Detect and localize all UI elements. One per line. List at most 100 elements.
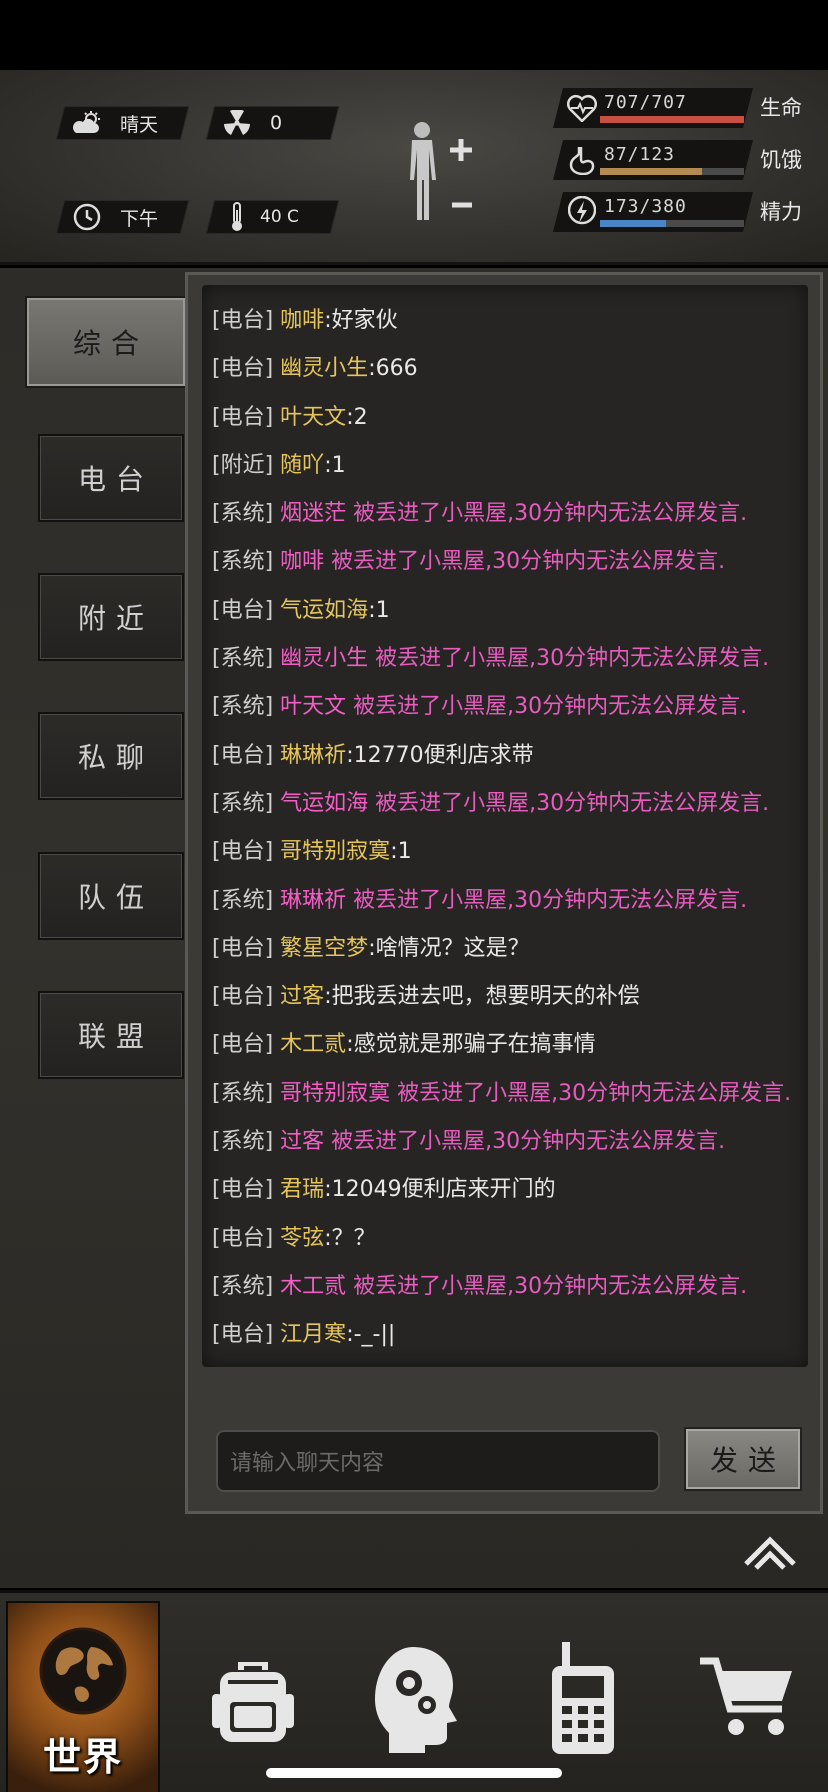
energy-stat: 173/380 精力: [553, 192, 816, 232]
chat-message: [电台] 咖啡:好家伙: [202, 303, 808, 351]
home-indicator[interactable]: [266, 1768, 562, 1778]
message-text: 被丢进了小黑屋,30分钟内无法公屏发言.: [346, 887, 748, 913]
nav-shop[interactable]: [665, 1601, 828, 1792]
message-channel: [电台]: [212, 839, 274, 865]
message-text: 被丢进了小黑屋,30分钟内无法公屏发言.: [390, 1080, 792, 1106]
nav-backpack[interactable]: [170, 1601, 335, 1792]
message-sender[interactable]: 叶天文: [280, 405, 346, 430]
message-channel: [系统]: [212, 694, 274, 720]
send-button[interactable]: 发送: [684, 1427, 802, 1491]
message-text: 被丢进了小黑屋,30分钟内无法公屏发言.: [346, 1273, 748, 1299]
tab-alliance[interactable]: 联盟: [38, 991, 184, 1079]
message-sender[interactable]: 咖啡: [280, 308, 324, 333]
chat-message-list[interactable]: [电台] 咖啡:好家伙 [电台] 幽灵小生:666 [电台] 叶天文:2 [附近] 随…: [202, 285, 808, 1367]
message-channel: [附近]: [212, 452, 274, 478]
message-channel: [电台]: [212, 1177, 274, 1203]
message-text: 被丢进了小黑屋,30分钟内无法公屏发言.: [324, 1129, 726, 1155]
system-message: [系统] 琳琳祈 被丢进了小黑屋,30分钟内无法公屏发言.: [202, 883, 808, 931]
message-sender[interactable]: 气运如海: [280, 791, 368, 816]
message-sender[interactable]: 琳琳祈: [280, 888, 346, 913]
channel-tabs: 综合 电台 附近 私聊 队伍 联盟: [0, 268, 187, 1588]
chat-message: [电台] 木工贰:感觉就是那骗子在搞事情: [202, 1027, 808, 1075]
chat-input[interactable]: 请输入聊天内容: [216, 1430, 660, 1492]
message-sender[interactable]: 幽灵小生: [280, 646, 368, 671]
message-channel: [系统]: [212, 549, 274, 575]
message-sender[interactable]: 木工贰: [280, 1032, 346, 1057]
character-body-button[interactable]: [398, 120, 488, 240]
nav-radio[interactable]: [500, 1601, 665, 1792]
message-sender[interactable]: 哥特别寂寞: [280, 1081, 390, 1106]
thermometer-icon: [220, 200, 254, 234]
tab-private[interactable]: 私聊: [38, 712, 184, 800]
message-text: :1: [390, 839, 412, 865]
message-channel: [系统]: [212, 790, 274, 816]
energy-value: 173/380: [604, 196, 687, 217]
message-channel: [系统]: [212, 501, 274, 527]
message-channel: [电台]: [212, 935, 274, 961]
tab-team[interactable]: 队伍: [38, 852, 184, 940]
partly-cloudy-icon: [70, 106, 104, 140]
message-sender[interactable]: 繁星空梦: [280, 936, 368, 961]
message-text: 被丢进了小黑屋,30分钟内无法公屏发言.: [324, 549, 726, 575]
system-message: [系统] 过客 被丢进了小黑屋,30分钟内无法公屏发言.: [202, 1124, 808, 1172]
message-sender[interactable]: 江月寒: [280, 1322, 346, 1347]
message-channel: [电台]: [212, 404, 274, 430]
clock-icon: [70, 200, 104, 234]
message-text: :啥情况？这是？: [368, 935, 530, 961]
message-channel: [系统]: [212, 1080, 274, 1106]
energy-bar: [600, 220, 666, 227]
tab-all[interactable]: 综合: [25, 296, 187, 388]
hunger-value: 87/123: [604, 144, 676, 165]
system-message: [系统] 叶天文 被丢进了小黑屋,30分钟内无法公屏发言.: [202, 689, 808, 737]
status-bar-area: [0, 0, 828, 70]
message-sender[interactable]: 哥特别寂寞: [280, 839, 390, 864]
message-sender[interactable]: 烟迷茫: [280, 501, 346, 526]
message-text: :把我丢进去吧，想要明天的补偿: [324, 984, 640, 1010]
chat-message: [电台] 苓弦:？？: [202, 1221, 808, 1269]
message-sender[interactable]: 幽灵小生: [280, 356, 368, 381]
human-figure-icon: [410, 122, 472, 220]
message-sender[interactable]: 木工贰: [280, 1274, 346, 1299]
message-sender[interactable]: 叶天文: [280, 694, 346, 719]
nav-skills[interactable]: [335, 1601, 500, 1792]
collapse-chevron-icon[interactable]: [742, 1530, 798, 1574]
message-channel: [系统]: [212, 1129, 274, 1155]
chat-message: [电台] 江月寒:-_-||: [202, 1317, 808, 1365]
message-sender[interactable]: 琳琳祈: [280, 743, 346, 768]
nav-world[interactable]: 世界: [6, 1601, 160, 1792]
tab-radio[interactable]: 电台: [38, 434, 184, 522]
message-sender[interactable]: 过客: [280, 984, 324, 1009]
shopping-cart-icon: [699, 1657, 792, 1735]
message-text: :？？: [324, 1225, 376, 1251]
message-text: :好家伙: [324, 308, 398, 333]
message-channel: [电台]: [212, 308, 274, 333]
health-bar: [600, 116, 744, 123]
system-message: [系统] 幽灵小生 被丢进了小黑屋,30分钟内无法公屏发言.: [202, 641, 808, 689]
radiation-value: 0: [270, 112, 283, 134]
health-value: 707/707: [604, 92, 687, 113]
message-sender[interactable]: 随吖: [280, 453, 324, 478]
weather-plaque: 晴天: [55, 106, 190, 140]
message-text: 被丢进了小黑屋,30分钟内无法公屏发言.: [368, 646, 770, 672]
message-sender[interactable]: 咖啡: [280, 549, 324, 574]
message-text: :感觉就是那骗子在搞事情: [346, 1032, 596, 1058]
message-channel: [系统]: [212, 887, 274, 913]
energy-label: 精力: [760, 200, 802, 224]
message-text: :12049便利店来开门的: [324, 1177, 556, 1203]
message-channel: [电台]: [212, 1032, 274, 1058]
message-sender[interactable]: 苓弦: [280, 1226, 324, 1251]
message-sender[interactable]: 君瑞: [280, 1177, 324, 1202]
message-text: :2: [346, 404, 368, 430]
message-sender[interactable]: 过客: [280, 1129, 324, 1154]
message-sender[interactable]: 气运如海: [280, 598, 368, 623]
system-message: [系统] 哥特别寂寞 被丢进了小黑屋,30分钟内无法公屏发言.: [202, 1076, 808, 1124]
message-text: :12770便利店求带: [346, 742, 534, 768]
message-channel: [电台]: [212, 742, 274, 768]
bottom-nav: 世界: [0, 1590, 828, 1792]
message-text: :1: [324, 452, 346, 478]
hunger-stat: 87/123 饥饿: [553, 140, 816, 180]
nav-world-label: 世界: [42, 1735, 123, 1779]
system-message: [系统] 木工贰 被丢进了小黑屋,30分钟内无法公屏发言.: [202, 1269, 808, 1317]
tab-nearby[interactable]: 附近: [38, 573, 184, 661]
system-message: [系统] 咖啡 被丢进了小黑屋,30分钟内无法公屏发言.: [202, 544, 808, 592]
